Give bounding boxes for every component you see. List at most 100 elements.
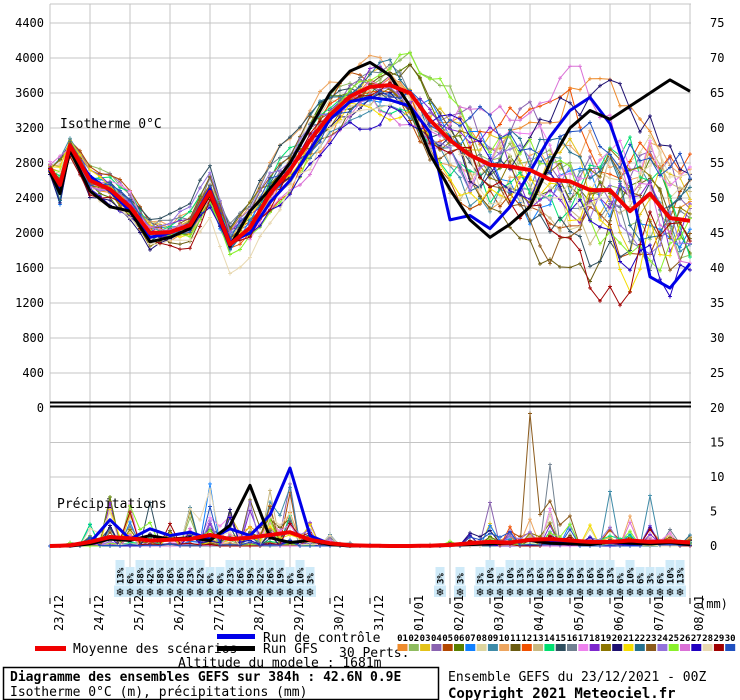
member-legend-number: 12 <box>521 634 532 644</box>
snow-percent-label: 19% <box>567 567 577 584</box>
date-label: 03/01 <box>492 595 506 631</box>
snow-percent-label: 23% <box>187 567 197 584</box>
member-legend-swatch <box>443 644 453 651</box>
snowflake-icon: ❄ <box>476 585 483 599</box>
diagram-title: Diagramme des ensembles GEFS sur 384h : … <box>10 670 401 685</box>
snow-percent-label: 3% <box>437 573 447 584</box>
left-axis-tick-label: 3200 <box>15 121 44 135</box>
member-legend-swatch <box>703 644 713 651</box>
member-legend-number: 18 <box>589 634 600 644</box>
snow-percent-label: 6% <box>287 573 297 584</box>
date-label: 31/12 <box>372 595 386 631</box>
member-legend-number: 25 <box>668 634 679 644</box>
right-axis-tick-label: 40 <box>710 261 724 275</box>
member-legend-number: 17 <box>578 634 589 644</box>
member-legend-swatch <box>578 644 588 651</box>
left-axis-tick-label: 0 <box>37 401 44 415</box>
right-axis-tick-label: 55 <box>710 156 724 170</box>
legend: Run de contrôle Moyenne des scénarios Ru… <box>35 631 409 671</box>
snow-percent-label: 16% <box>587 567 597 584</box>
snow-percent-label: 10% <box>627 567 637 584</box>
snow-percent-label: 13% <box>527 567 537 584</box>
member-legend-number: 03 <box>420 634 431 644</box>
snow-percent-label: 6% <box>637 573 647 584</box>
date-label: 27/12 <box>212 595 226 631</box>
left-axis-tick-label: 2400 <box>15 191 44 205</box>
snow-percent-label: 10% <box>597 567 607 584</box>
snow-percent-label: 3% <box>497 573 507 584</box>
member-legend-number: 28 <box>702 634 713 644</box>
ensemble-chart: 4400400036003200280024002000160012008004… <box>0 0 740 700</box>
snowflake-icon: ❄ <box>666 585 673 599</box>
member-legend-number: 13 <box>533 634 544 644</box>
snowflake-icon: ❄ <box>226 585 233 599</box>
date-label: 23/12 <box>52 595 66 631</box>
member-legend-swatch <box>556 644 566 651</box>
snow-percent-label: 39% <box>247 567 257 584</box>
snow-percent-label: 26% <box>237 567 247 584</box>
member-legend-number: 26 <box>680 634 691 644</box>
member-legend-swatch <box>601 644 611 651</box>
snow-percent-label: 6% <box>207 573 217 584</box>
member-legend-number: 23 <box>646 634 657 644</box>
date-label: 06/01 <box>612 595 626 631</box>
date-label: 24/12 <box>92 595 106 631</box>
left-axis-tick-label: 2800 <box>15 156 44 170</box>
date-axis: 23/1224/1225/1226/1227/1228/1229/1230/12… <box>52 595 706 631</box>
right-axis-tick-label: 45 <box>710 226 724 240</box>
snowflake-icon: ❄ <box>676 585 683 599</box>
snow-percent-label: 3% <box>647 573 657 584</box>
right-axis-mm-tick-label: 10 <box>710 470 724 484</box>
member-legend-number: 07 <box>465 634 476 644</box>
snow-percent-label: 52% <box>197 567 207 584</box>
member-legend-swatch <box>488 644 498 651</box>
snow-percent-label: 10% <box>507 567 517 584</box>
snowflake-icon: ❄ <box>276 585 283 599</box>
right-axis-tick-label: 25 <box>710 366 724 380</box>
copyright: Copyright 2021 Meteociel.fr <box>448 686 676 700</box>
snowflake-icon: ❄ <box>306 585 313 599</box>
snow-percent-label: 58% <box>137 567 147 584</box>
member-legend-number: 11 <box>510 634 521 644</box>
member-legend-swatch <box>657 644 667 651</box>
snowflake-icon: ❄ <box>436 585 443 599</box>
snow-percent-label: 58% <box>157 567 167 584</box>
snow-percent-label: 26% <box>167 567 177 584</box>
snow-percent-label: 32% <box>257 567 267 584</box>
member-legend-swatch <box>409 644 419 651</box>
member-legend-swatch <box>624 644 634 651</box>
date-label: 25/12 <box>132 595 146 631</box>
member-legend-swatch <box>431 644 441 651</box>
snowflake-icon: ❄ <box>516 585 523 599</box>
right-axis-mm-tick-label: 15 <box>710 436 724 450</box>
members-color-legend: 0102030405060708091011121314151617181920… <box>397 634 736 651</box>
snowflake-icon: ❄ <box>636 585 643 599</box>
right-axis-tick-label: 75 <box>710 16 724 30</box>
member-legend-number: 21 <box>623 634 634 644</box>
right-axis-tick-label: 35 <box>710 296 724 310</box>
left-axis-tick-label: 400 <box>22 366 44 380</box>
snow-percent-label: 13% <box>677 567 687 584</box>
snow-percent-label: 6% <box>617 573 627 584</box>
date-label: 02/01 <box>452 595 466 631</box>
member-legend-number: 02 <box>408 634 419 644</box>
mm-unit-label: (mm) <box>699 597 728 611</box>
right-axis-tick-label: 65 <box>710 86 724 100</box>
left-axis-tick-label: 1200 <box>15 296 44 310</box>
left-axis-tick-label: 800 <box>22 331 44 345</box>
member-legend-number: 14 <box>544 634 555 644</box>
date-label: 29/12 <box>292 595 306 631</box>
left-axis-tick-label: 3600 <box>15 86 44 100</box>
member-legend-swatch <box>465 644 475 651</box>
snow-percent-label: 6% <box>127 573 137 584</box>
right-axis-mm-tick-label: 0 <box>710 539 717 553</box>
left-axis-tick-label: 1600 <box>15 261 44 275</box>
separator-line <box>50 402 691 404</box>
run-info: Ensemble GEFS du 23/12/2021 - 00Z <box>448 670 706 685</box>
snowflake-icon: ❄ <box>186 585 193 599</box>
snowflake-icon: ❄ <box>236 585 243 599</box>
left-axis-tick-label: 2000 <box>15 226 44 240</box>
separator-line <box>50 406 691 408</box>
member-legend-number: 05 <box>442 634 453 644</box>
member-legend-swatch <box>680 644 690 651</box>
